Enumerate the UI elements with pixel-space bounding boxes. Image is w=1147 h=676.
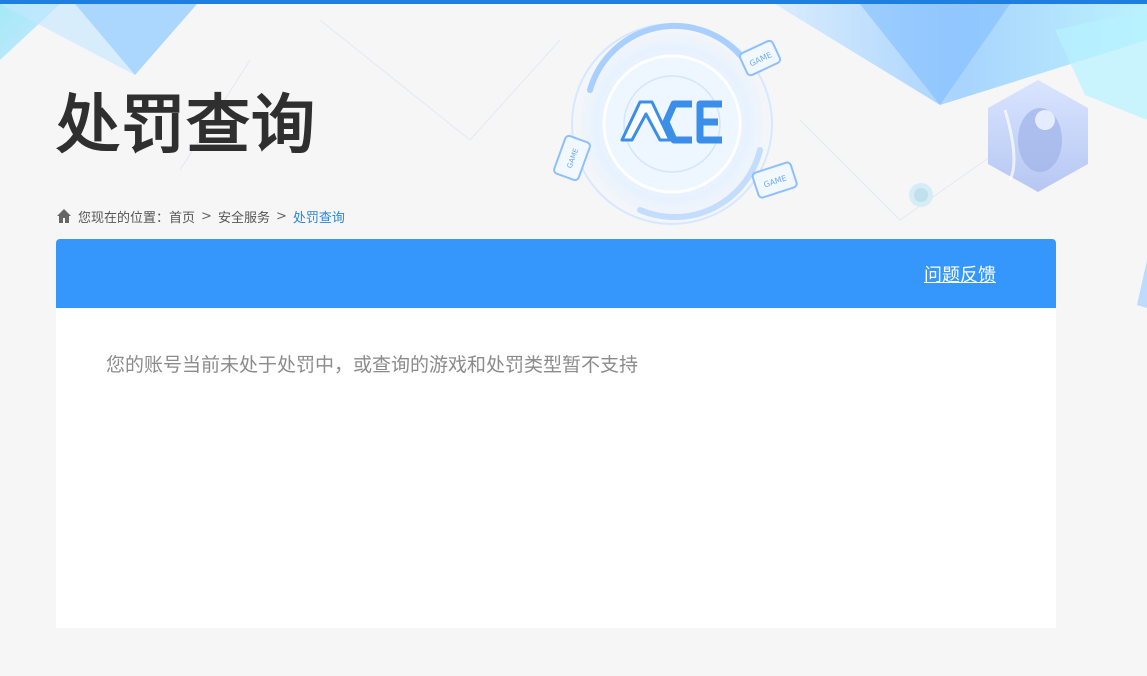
character-hex-image [988,80,1088,192]
breadcrumb-item-home[interactable]: 首页 [169,207,195,226]
breadcrumb-separator: > [275,208,287,224]
home-icon [57,209,71,223]
page-title: 处罚查询 [56,89,316,163]
breadcrumb-item-current: 处罚查询 [292,210,345,226]
breadcrumb-separator: > [201,208,212,224]
panel-header: 问题反馈 [56,239,1056,308]
breadcrumb-prefix: 您现在的位置： [78,210,170,226]
breadcrumb-item-security-service[interactable]: 安全服务 [218,207,270,226]
panel-body: 您的账号当前未处于处罚中，或查询的游戏和处罚类型暂不支持 [56,308,1056,628]
feedback-link[interactable]: 问题反馈 [924,261,996,287]
query-result-message: 您的账号当前未处于处罚中，或查询的游戏和处罚类型暂不支持 [106,354,639,376]
breadcrumb: 您现在的位置： 首页 > 安全服务 > 处罚查询 [56,206,345,226]
page: GAME GAME GAME 处罚查询 您现在的位置： 首页 > 安全服务 > [0,0,1147,676]
